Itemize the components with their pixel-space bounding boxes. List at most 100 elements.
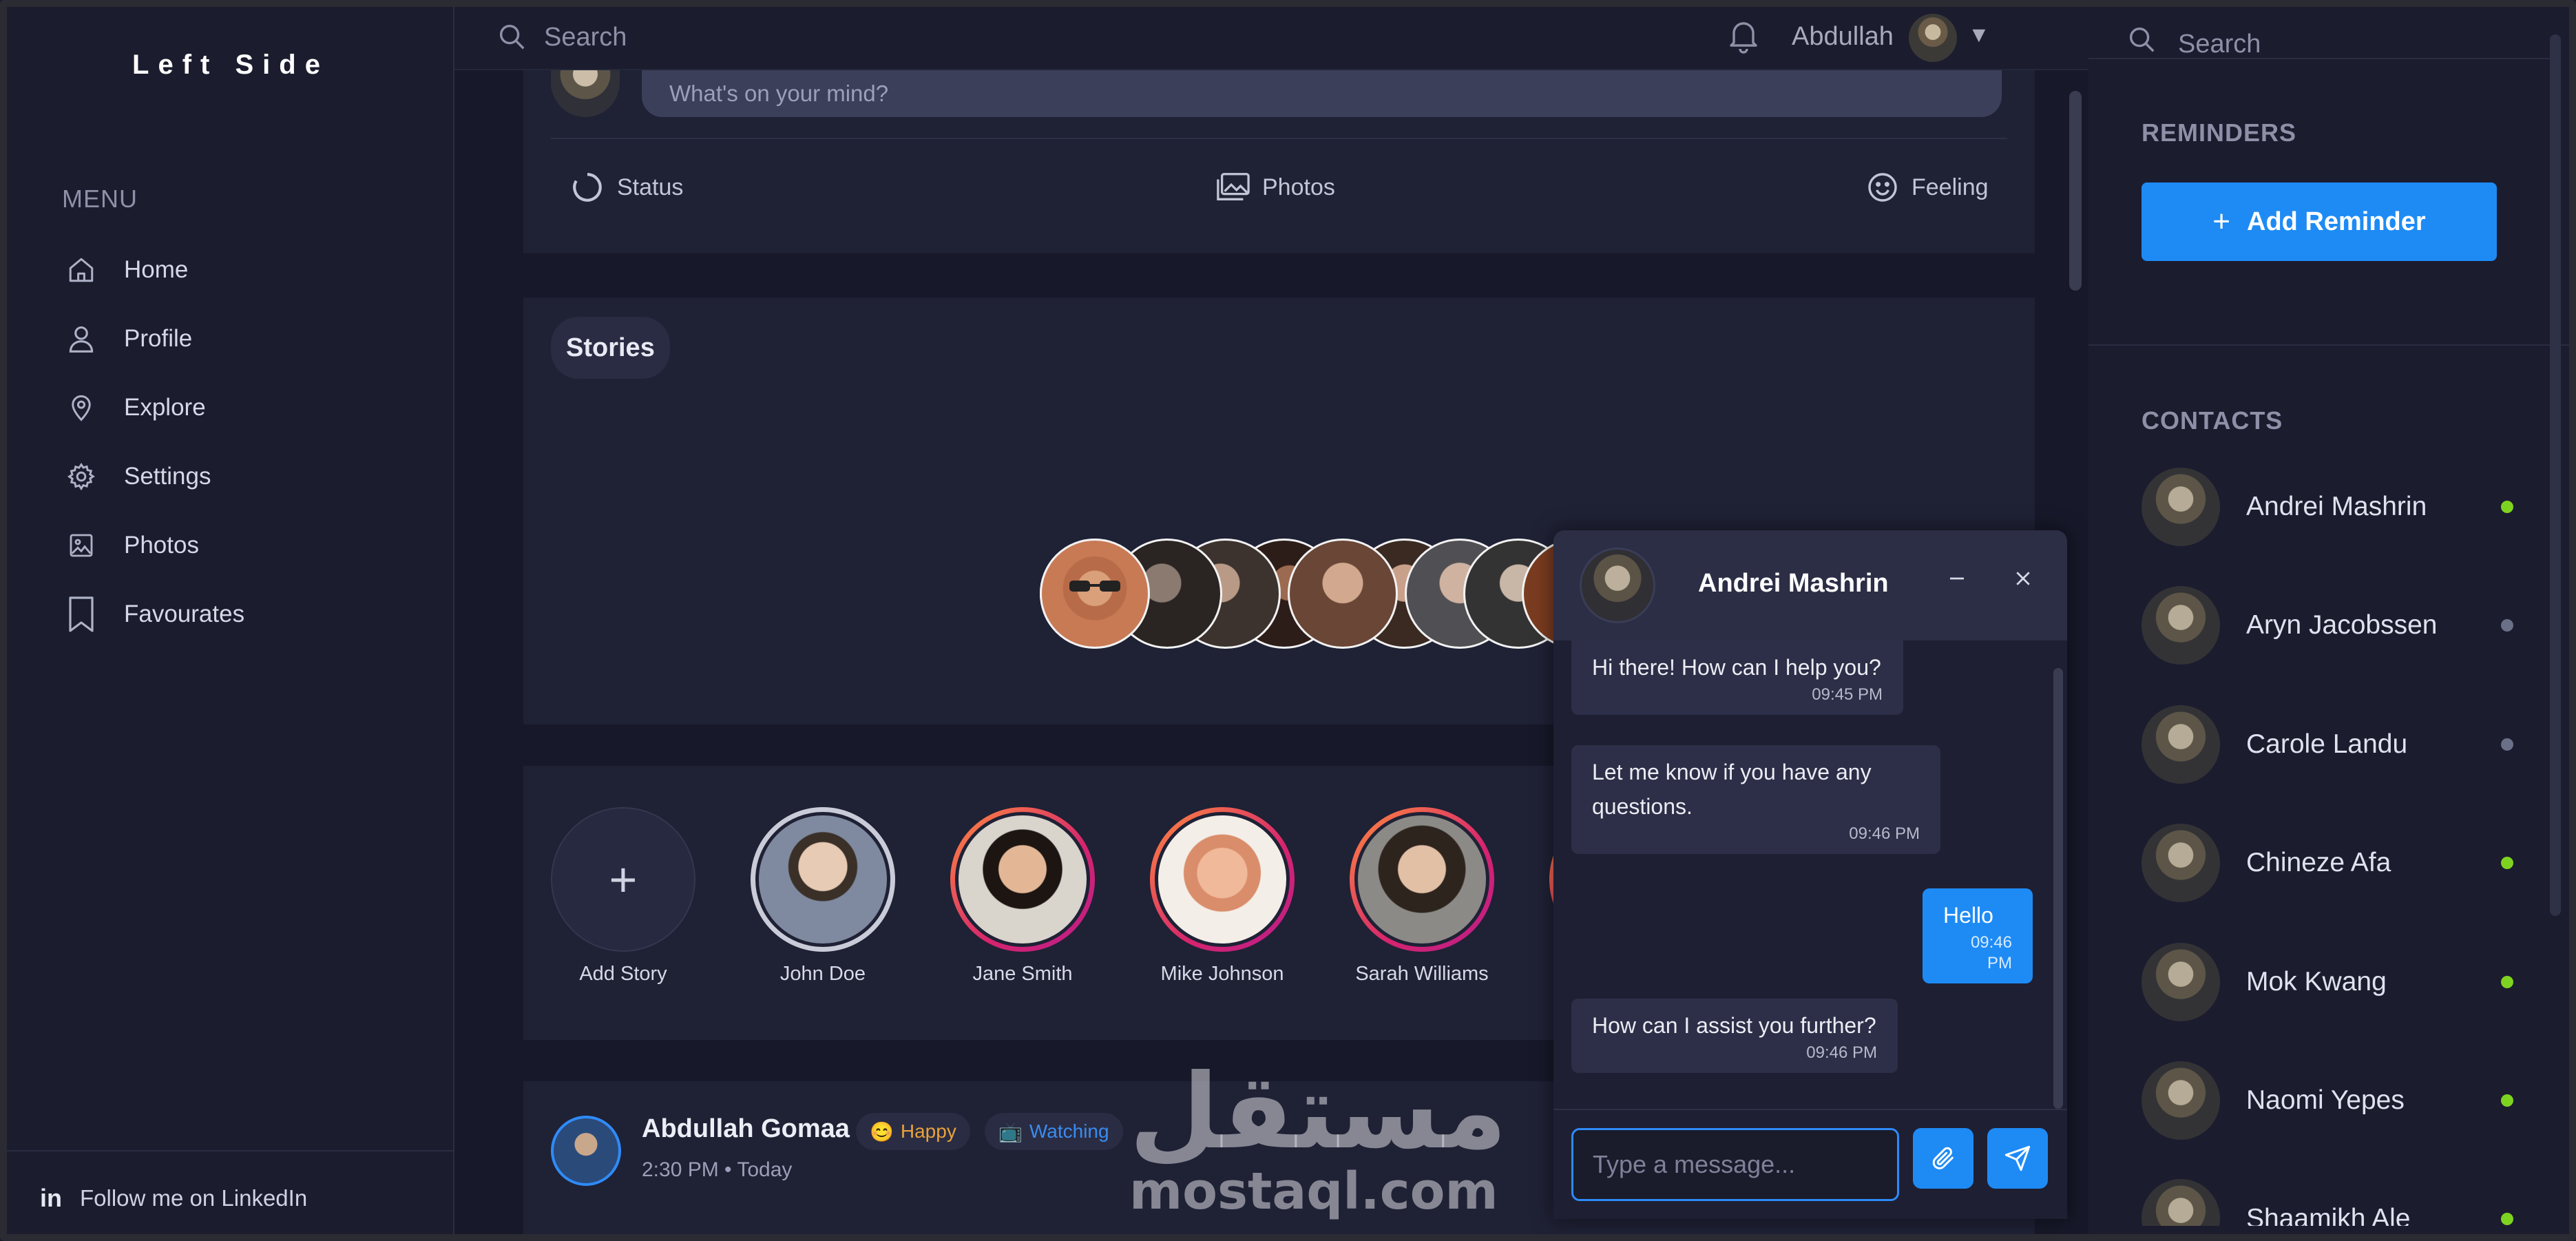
story-thumbnail-front[interactable] bbox=[1040, 539, 1150, 649]
chat-header: Andrei Mashrin bbox=[1553, 530, 2067, 640]
current-username[interactable]: Abdullah bbox=[1792, 22, 1894, 52]
add-story-button[interactable]: + Add Story bbox=[551, 807, 695, 985]
story-item[interactable]: Mike Johnson bbox=[1150, 807, 1295, 985]
story-name: Sarah Williams bbox=[1355, 963, 1489, 985]
story-name: Jane Smith bbox=[972, 963, 1073, 985]
badge-label: Watching bbox=[1029, 1120, 1109, 1142]
composer-divider bbox=[551, 138, 2007, 139]
story-ring bbox=[751, 807, 895, 952]
nav-item-profile[interactable]: Profile bbox=[62, 304, 406, 373]
feed-scrollbar[interactable] bbox=[2069, 91, 2082, 291]
message-text: Hello bbox=[1943, 903, 1993, 928]
post-composer-input[interactable] bbox=[642, 70, 2002, 117]
story-avatar bbox=[1155, 812, 1290, 947]
send-button[interactable] bbox=[1987, 1128, 2048, 1189]
contact-name: Shaamikh Ale bbox=[2246, 1204, 2411, 1226]
post-timestamp: 2:30 PM • Today bbox=[642, 1158, 793, 1181]
happy-emoji-icon: 😊 bbox=[870, 1120, 894, 1143]
chat-message-incoming: Hi there! How can I help you? 09:45 PM bbox=[1571, 640, 1903, 715]
online-status-dot bbox=[2501, 976, 2513, 988]
message-text: Hi there! How can I help you? bbox=[1592, 655, 1881, 680]
status-label: Status bbox=[617, 174, 684, 200]
left-sidebar: Left Side MENU Home Profile Explore Sett… bbox=[7, 7, 454, 1234]
contact-name: Carole Landu bbox=[2246, 729, 2408, 759]
contact-avatar bbox=[2142, 943, 2220, 1021]
message-time: 09:46 PM bbox=[1806, 1043, 1877, 1062]
chat-message-input[interactable] bbox=[1571, 1128, 1899, 1201]
contact-item[interactable]: Mok Kwang bbox=[2142, 941, 2513, 1023]
nav-item-home[interactable]: Home bbox=[62, 236, 406, 304]
image-icon bbox=[62, 526, 101, 565]
story-item[interactable]: Sarah Williams bbox=[1350, 807, 1494, 985]
contacts-heading: CONTACTS bbox=[2142, 406, 2283, 435]
chat-message-outgoing: Hello 09:46 PM bbox=[1923, 888, 2033, 983]
plus-icon: + bbox=[609, 853, 638, 906]
smiley-icon bbox=[1866, 171, 1899, 204]
contact-item[interactable]: Shaamikh Ale bbox=[2142, 1143, 2513, 1226]
online-status-dot bbox=[2501, 501, 2513, 513]
post-author-name[interactable]: Abdullah Gomaa bbox=[642, 1114, 850, 1144]
gear-icon bbox=[62, 457, 101, 496]
nav-label: Photos bbox=[124, 532, 199, 559]
feeling-label: Feeling bbox=[1912, 174, 1989, 200]
right-scrollbar[interactable] bbox=[2550, 34, 2561, 916]
search-icon bbox=[496, 21, 527, 52]
online-status-dot bbox=[2501, 1094, 2513, 1107]
status-button[interactable]: Status bbox=[570, 167, 683, 208]
close-chat-button[interactable] bbox=[2002, 558, 2044, 599]
story-item[interactable]: Jane Smith bbox=[950, 807, 1095, 985]
message-text: How can I assist you further? bbox=[1592, 1013, 1876, 1038]
nav-label: Profile bbox=[124, 325, 193, 352]
feeling-badge: 😊 Happy bbox=[856, 1113, 970, 1150]
message-time: 09:46 PM bbox=[1970, 933, 2012, 972]
contact-item[interactable]: Andrei Mashrin bbox=[2142, 466, 2513, 548]
linkedin-link[interactable]: in Follow me on LinkedIn bbox=[40, 1178, 307, 1219]
send-icon bbox=[2004, 1145, 2031, 1171]
attach-button[interactable] bbox=[1913, 1128, 1973, 1189]
contact-item[interactable]: Naomi Yepes bbox=[2142, 1059, 2513, 1142]
user-menu-caret-icon[interactable]: ▼ bbox=[1968, 22, 1990, 48]
contact-name: Chineze Afa bbox=[2246, 848, 2391, 877]
chat-scrollbar[interactable] bbox=[2053, 668, 2063, 1109]
story-ring bbox=[1350, 807, 1494, 952]
nav-item-favourates[interactable]: Favourates bbox=[62, 580, 406, 649]
post-author-avatar[interactable] bbox=[551, 1116, 621, 1186]
contact-item[interactable]: Carole Landu bbox=[2142, 703, 2513, 786]
nav-label: Home bbox=[124, 256, 189, 283]
add-reminder-button[interactable]: + Add Reminder bbox=[2142, 182, 2497, 261]
paperclip-icon bbox=[1932, 1147, 1954, 1169]
contact-avatar bbox=[2142, 468, 2220, 546]
chat-contact-avatar bbox=[1580, 548, 1655, 623]
minimize-chat-button[interactable] bbox=[1936, 558, 1978, 599]
search-icon bbox=[2126, 23, 2157, 55]
chat-message-incoming: Let me know if you have any questions. 0… bbox=[1571, 745, 1940, 854]
contact-item[interactable]: Aryn Jacobssen bbox=[2142, 584, 2513, 667]
contact-item[interactable]: Chineze Afa bbox=[2142, 822, 2513, 904]
activity-badge: 📺 Watching bbox=[985, 1113, 1123, 1150]
plus-icon: + bbox=[2212, 205, 2230, 238]
online-status-dot bbox=[2501, 1213, 2513, 1225]
message-text: Let me know if you have any questions. bbox=[1592, 760, 1872, 819]
contact-avatar bbox=[2142, 586, 2220, 665]
nav-item-settings[interactable]: Settings bbox=[62, 442, 406, 511]
message-time: 09:46 PM bbox=[1849, 824, 1920, 843]
contact-name: Aryn Jacobssen bbox=[2246, 610, 2438, 640]
nav-item-photos[interactable]: Photos bbox=[62, 511, 406, 580]
right-sidebar: REMINDERS + Add Reminder CONTACTS Andrei… bbox=[2088, 7, 2569, 1234]
feeling-button[interactable]: Feeling bbox=[1866, 167, 1989, 208]
contact-name: Andrei Mashrin bbox=[2246, 492, 2427, 521]
photos-button[interactable]: Photos bbox=[1215, 167, 1335, 208]
nav-item-explore[interactable]: Explore bbox=[62, 373, 406, 442]
user-avatar[interactable] bbox=[1909, 14, 1957, 62]
top-search-input[interactable] bbox=[544, 18, 1164, 56]
add-reminder-label: Add Reminder bbox=[2247, 207, 2426, 236]
message-time: 09:45 PM bbox=[1812, 685, 1883, 704]
story-name: Mike Johnson bbox=[1160, 963, 1284, 985]
post-composer-card: Status Photos Feeling bbox=[523, 70, 2035, 253]
tv-emoji-icon: 📺 bbox=[998, 1120, 1023, 1143]
story-item[interactable]: John Doe bbox=[751, 807, 895, 985]
contact-name: Mok Kwang bbox=[2246, 967, 2387, 997]
notification-bell-icon[interactable] bbox=[1727, 18, 1760, 54]
story-thumbnail[interactable] bbox=[1288, 539, 1398, 649]
user-icon bbox=[62, 320, 101, 358]
